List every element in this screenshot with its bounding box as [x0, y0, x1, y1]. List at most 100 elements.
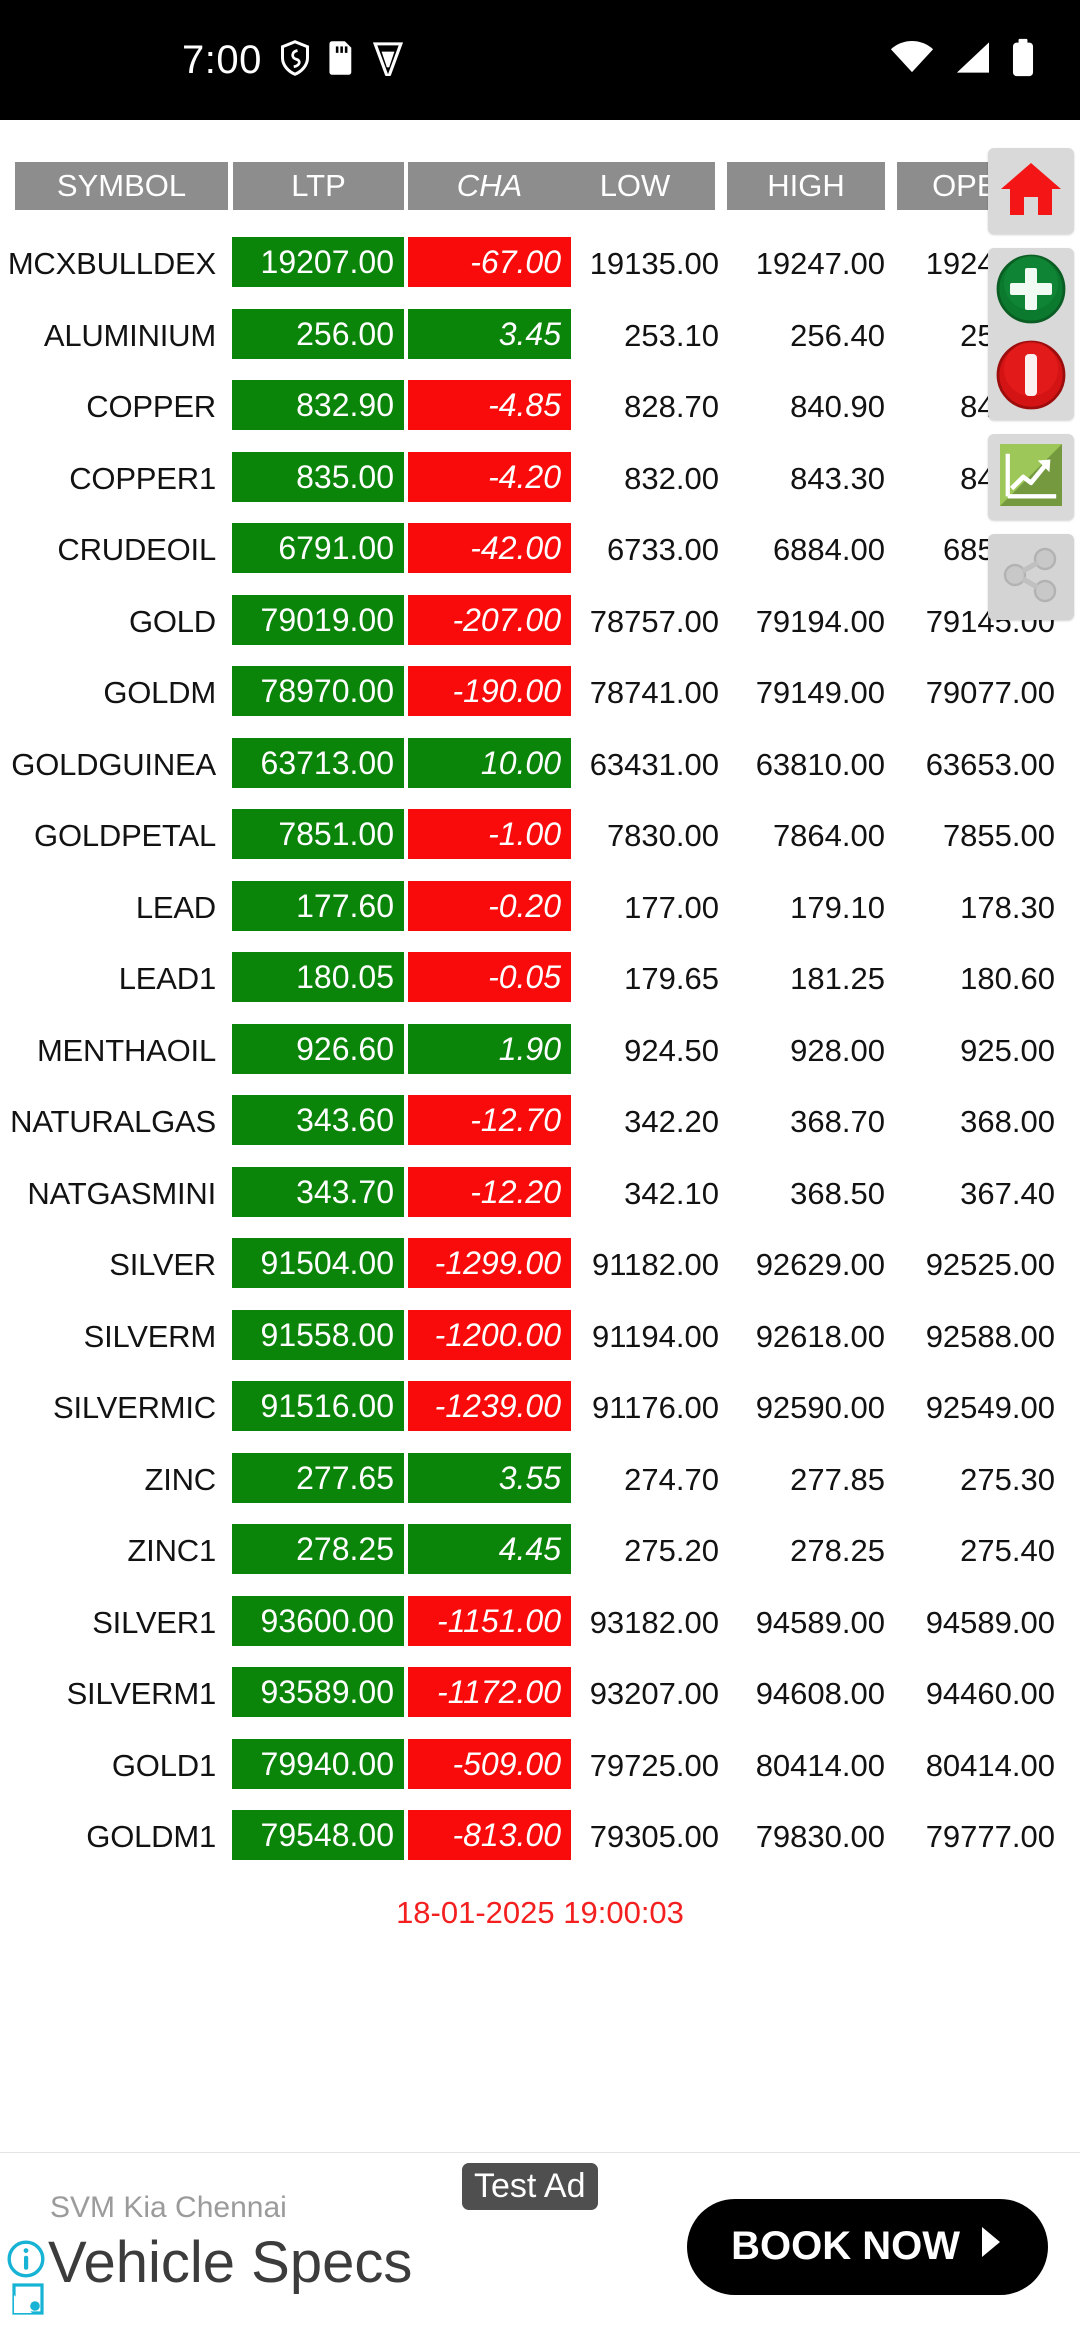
column-header-low[interactable]: LOW	[555, 162, 715, 210]
cell-ltp: 926.60	[232, 1023, 404, 1074]
home-button[interactable]	[988, 148, 1074, 234]
cell-high: 256.40	[790, 317, 885, 353]
table-row[interactable]: SILVERMIC 91516.00 -1239.00 91176.00 92590.0…	[0, 1372, 1080, 1444]
cell-low: 342.10	[624, 1175, 719, 1211]
ad-info-icon[interactable]	[6, 2239, 46, 2284]
chart-button[interactable]	[988, 434, 1074, 520]
table-row[interactable]: LEAD1 180.05 -0.05 179.65 181.25 180.60	[0, 943, 1080, 1015]
ad-choices-icon[interactable]	[8, 2279, 48, 2324]
cell-symbol: ZINC1	[127, 1533, 216, 1568]
cell-ltp: 19207.00	[232, 237, 404, 287]
cell-low: 79725.00	[589, 1747, 719, 1783]
cell-symbol: GOLD	[128, 603, 216, 639]
cell-change: 4.45	[408, 1524, 571, 1574]
cell-low: 924.50	[624, 1032, 719, 1068]
cell-high: 92629.00	[755, 1247, 885, 1282]
cell-change: -1299.00	[408, 1238, 571, 1288]
cell-open: 7855.00	[942, 818, 1055, 853]
cell-open: 180.60	[960, 961, 1055, 996]
table-row[interactable]: MCXBULLDEX 19207.00 -67.00 19135.00 19247.00…	[0, 228, 1080, 300]
table-row[interactable]: GOLDM 78970.00 -190.00 78741.00 79149.00 7907…	[0, 657, 1080, 729]
minus-circle-icon	[995, 339, 1067, 416]
table-row[interactable]: SILVER1 93600.00 -1151.00 93182.00 94589.00 9…	[0, 1587, 1080, 1659]
table-row[interactable]: LEAD 177.60 -0.20 177.00 179.10 178.30	[0, 872, 1080, 944]
cell-symbol: LEAD1	[118, 961, 216, 996]
cell-symbol: GOLDGUINEA	[11, 746, 216, 782]
cell-change: -1239.00	[408, 1381, 571, 1431]
table-row[interactable]: ALUMINIUM256.003.45253.10256.40253.90	[0, 300, 1080, 372]
column-header-ltp[interactable]: LTP	[233, 162, 404, 210]
table-row[interactable]: MENTHAOIL 926.60 1.90 924.50 928.00 925.00	[0, 1015, 1080, 1087]
column-header-high[interactable]: HIGH	[727, 162, 885, 210]
cell-ltp: 177.60	[232, 880, 404, 931]
cell-symbol: COPPER1	[69, 460, 216, 496]
column-header-symbol[interactable]: SYMBOL	[15, 162, 228, 210]
cell-ltp: 91516.00	[232, 1381, 404, 1431]
table-row[interactable]: NATURALGAS 343.60 -12.70 342.20 368.70 368.00	[0, 1086, 1080, 1158]
ad-banner[interactable]: SVM Kia Chennai Vehicle Specs Test Ad BO…	[0, 2152, 1080, 2340]
add-scrip-button[interactable]	[988, 248, 1074, 334]
cell-symbol: NATGASMINI	[27, 1175, 216, 1211]
vpn-key-icon	[372, 40, 404, 81]
cell-change: -1.00	[408, 809, 571, 859]
battery-icon	[1010, 38, 1036, 82]
share-icon	[1001, 545, 1061, 610]
cell-low: 275.20	[624, 1533, 719, 1568]
chart-icon	[1000, 443, 1062, 511]
cell-open: 94460.00	[925, 1676, 1055, 1711]
cell-change: -12.70	[408, 1095, 571, 1145]
table-row[interactable]: NATGASMINI 343.70 -12.20 342.10 368.50 367.40	[0, 1158, 1080, 1230]
column-header-cha[interactable]: CHA	[408, 162, 571, 210]
cell-change: -4.85	[408, 380, 571, 430]
table-row[interactable]: COPPER1835.00-4.20832.00843.30841.50	[0, 443, 1080, 515]
table-row[interactable]: GOLDM1 79548.00 -813.00 79305.00 79830.00 797…	[0, 1801, 1080, 1873]
add-remove-button-group	[988, 248, 1074, 420]
table-row[interactable]: ZINC 277.65 3.55 274.70 277.85 275.30	[0, 1444, 1080, 1516]
cell-high: 79194.00	[755, 603, 885, 639]
cell-open: 79077.00	[925, 675, 1055, 710]
cell-high: 368.50	[790, 1175, 885, 1211]
table-row[interactable]: GOLDGUINEA 63713.00 10.00 63431.00 63810.00 6…	[0, 729, 1080, 801]
cell-ltp: 93600.00	[232, 1595, 404, 1646]
table-row[interactable]: GOLDPETAL 7851.00 -1.00 7830.00 7864.00 7855.…	[0, 800, 1080, 872]
cell-symbol: GOLD1	[111, 1747, 216, 1783]
cell-change: 3.55	[408, 1452, 571, 1503]
cell-symbol: SILVER	[109, 1247, 216, 1282]
cell-open: 925.00	[960, 1032, 1055, 1068]
table-header-row: SYMBOL LTP CHA LOW HIGH OPEN	[0, 162, 1080, 220]
last-updated-timestamp: 18-01-2025 19:00:03	[396, 1894, 684, 1930]
cell-symbol: GOLDPETAL	[34, 818, 216, 853]
cell-ltp: 91504.00	[232, 1238, 404, 1288]
table-row[interactable]: CRUDEOIL6791.00-42.006733.006884.006859.…	[0, 514, 1080, 586]
cell-low: 6733.00	[606, 532, 719, 567]
cell-high: 63810.00	[755, 746, 885, 782]
table-row[interactable]: GOLD1 79940.00 -509.00 79725.00 80414.00 8041…	[0, 1730, 1080, 1802]
table-row[interactable]: COPPER832.90-4.85828.70840.90840.00	[0, 371, 1080, 443]
table-row[interactable]: ZINC1 278.25 4.45 275.20 278.25 275.40	[0, 1515, 1080, 1587]
status-bar-right	[890, 38, 1036, 82]
table-row[interactable]: GOLD 79019.00 -207.00 78757.00 79194.00 79145…	[0, 586, 1080, 658]
table-row[interactable]: SILVERM1 93589.00 -1172.00 93207.00 94608.00…	[0, 1658, 1080, 1730]
cell-symbol: GOLDM1	[86, 1819, 216, 1854]
cell-ltp: 63713.00	[232, 737, 404, 788]
cell-low: 177.00	[624, 889, 719, 925]
market-watch-table: SYMBOL LTP CHA LOW HIGH OPEN MCXBULLDEX 19207.…	[0, 120, 1080, 1931]
cell-change: -4.20	[408, 451, 571, 502]
share-button[interactable]	[988, 534, 1074, 620]
cell-low: 93182.00	[589, 1604, 719, 1640]
table-row[interactable]: SILVERM 91558.00 -1200.00 91194.00 92618.00 9…	[0, 1301, 1080, 1373]
remove-scrip-button[interactable]	[988, 334, 1074, 420]
cell-ltp: 79940.00	[232, 1738, 404, 1789]
cell-ltp: 7851.00	[232, 809, 404, 859]
table-row[interactable]: SILVER 91504.00 -1299.00 91182.00 92629.00 92…	[0, 1229, 1080, 1301]
book-now-button[interactable]: BOOK NOW	[687, 2198, 1048, 2295]
cell-symbol: ALUMINIUM	[43, 317, 216, 353]
cell-change: -509.00	[408, 1738, 571, 1789]
cell-low: 253.10	[624, 317, 719, 353]
cell-open: 92588.00	[925, 1318, 1055, 1354]
app-screen: 7:00 SYMBOL LTP CHA LOW HIGH OPEN MCXBUL…	[0, 0, 1080, 2340]
cell-change: -67.00	[408, 237, 571, 287]
cell-low: 93207.00	[589, 1676, 719, 1711]
cell-high: 94608.00	[755, 1676, 885, 1711]
cell-low: 78757.00	[589, 603, 719, 639]
